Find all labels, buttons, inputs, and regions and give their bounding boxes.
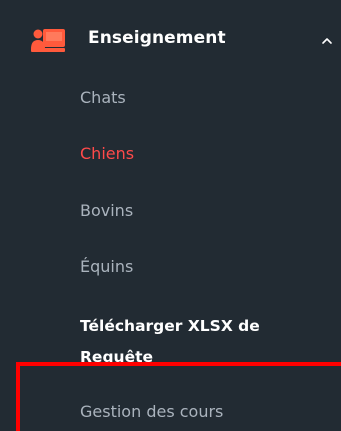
- teaching-board-icon: [30, 27, 66, 53]
- chevron-up-icon[interactable]: [321, 32, 333, 44]
- sidebar-item-chats[interactable]: Chats: [80, 88, 126, 107]
- sidebar-item-bovins[interactable]: Bovins: [80, 201, 133, 220]
- sidebar-item-chiens[interactable]: Chiens: [80, 144, 134, 163]
- sidebar: Enseignement Chats Chiens Bovins Équins …: [0, 0, 341, 431]
- sidebar-item-equins[interactable]: Équins: [80, 257, 133, 276]
- section-title: Enseignement: [88, 28, 226, 48]
- sidebar-item-gestion-des-cours[interactable]: Gestion des cours: [80, 402, 223, 421]
- sidebar-section-enseignement[interactable]: Enseignement: [0, 20, 341, 60]
